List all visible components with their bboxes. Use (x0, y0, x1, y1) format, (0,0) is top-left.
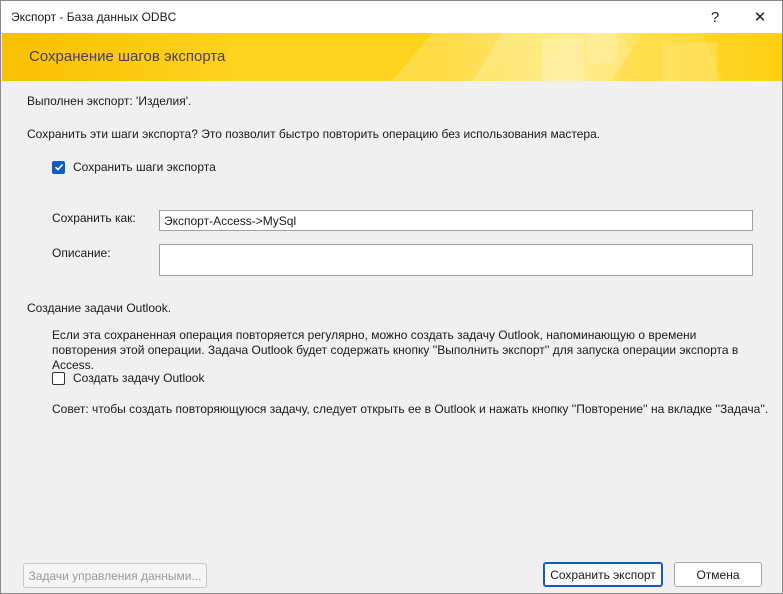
description-label: Описание: (52, 246, 111, 260)
create-task-row[interactable]: Создать задачу Outlook (52, 371, 204, 385)
save-as-label: Сохранить как: (52, 211, 136, 225)
save-steps-question: Сохранить эти шаги экспорта? Это позволи… (27, 127, 601, 141)
close-button[interactable]: ✕ (738, 1, 782, 33)
outlook-tip-text: Совет: чтобы создать повторяющуюся задач… (52, 402, 769, 416)
close-icon: ✕ (753, 9, 767, 26)
window-title: Экспорт - База данных ODBC (11, 10, 177, 24)
header-banner: Сохранение шагов экспорта (2, 33, 782, 81)
title-bar: Экспорт - База данных ODBC ? ✕ (1, 1, 782, 33)
cancel-button[interactable]: Отмена (674, 562, 762, 587)
description-input[interactable] (159, 244, 753, 276)
checkmark-icon (54, 163, 63, 171)
banner-title: Сохранение шагов экспорта (29, 48, 226, 65)
save-as-input[interactable] (159, 210, 753, 231)
export-dialog: Экспорт - База данных ODBC ? ✕ Сохранени… (0, 0, 783, 594)
outlook-info-text: Если эта сохраненная операция повторяетс… (52, 328, 739, 372)
outlook-section-title: Создание задачи Outlook. (27, 301, 172, 315)
save-export-button[interactable]: Сохранить экспорт (543, 562, 663, 587)
save-steps-row[interactable]: Сохранить шаги экспорта (52, 160, 216, 174)
export-done-text: Выполнен экспорт: 'Изделия'. (27, 94, 192, 108)
manage-data-tasks-button[interactable]: Задачи управления данными... (23, 563, 207, 588)
save-steps-label: Сохранить шаги экспорта (73, 160, 216, 174)
create-task-label: Создать задачу Outlook (73, 371, 205, 385)
help-icon: ? (710, 8, 720, 26)
create-task-checkbox[interactable] (52, 371, 65, 385)
help-button[interactable]: ? (693, 1, 737, 33)
save-steps-checkbox[interactable] (52, 160, 65, 174)
